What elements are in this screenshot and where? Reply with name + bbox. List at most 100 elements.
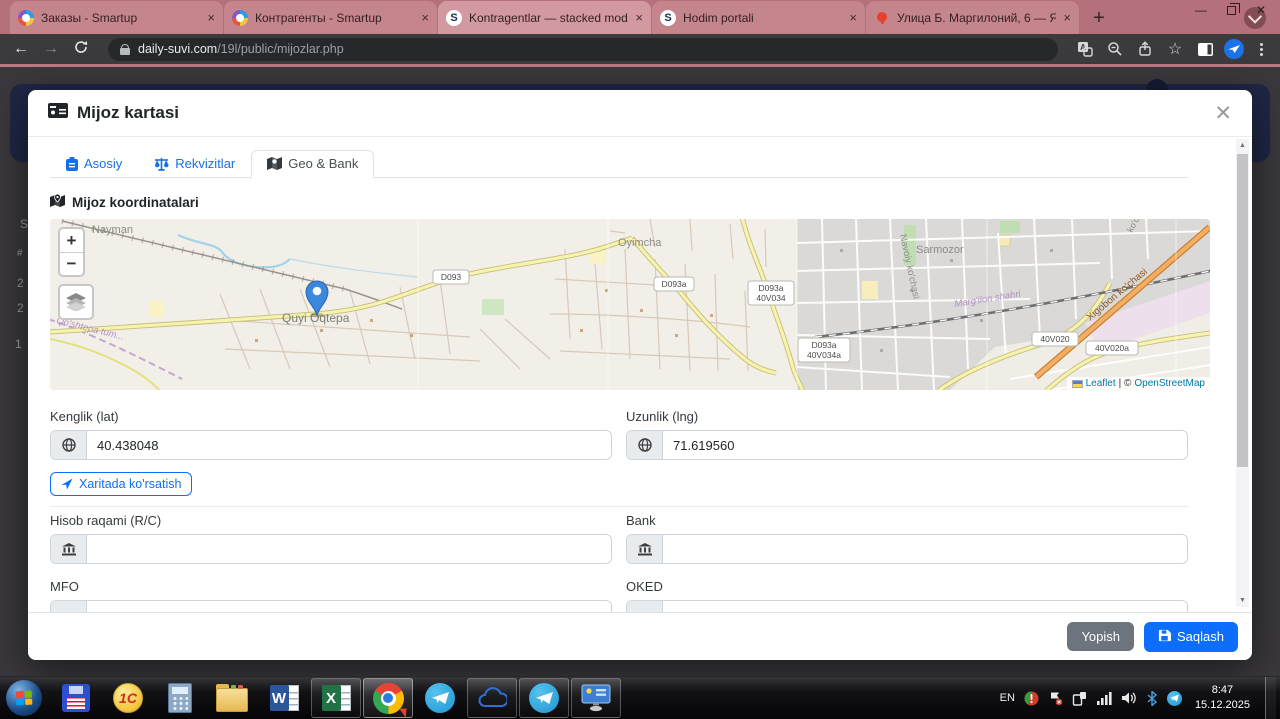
address-bar[interactable]: daily-suvi.com/19l/public/mijozlar.php xyxy=(108,37,1058,61)
tray-telegram-icon[interactable] xyxy=(1166,690,1182,706)
new-tab-button[interactable]: + xyxy=(1085,4,1113,32)
yopish-button[interactable]: Yopish xyxy=(1067,622,1135,651)
tab-title: Kontragentlar — stacked moda xyxy=(469,10,629,25)
modal-title: Mijoz kartasi xyxy=(77,103,180,122)
start-button[interactable] xyxy=(6,680,42,716)
tab-label: Rekvizitlar xyxy=(175,156,236,171)
account-input[interactable] xyxy=(87,535,611,563)
saqlash-label: Saqlash xyxy=(1177,629,1224,644)
antivirus-alert-icon[interactable] xyxy=(1024,691,1039,706)
network-signal-icon[interactable] xyxy=(1096,691,1112,705)
scroll-up-icon[interactable]: ▲ xyxy=(1236,139,1249,152)
leaflet-map[interactable]: Nayman Oyimcha Sarmozor Quyi Oqtepa Qo's… xyxy=(50,219,1210,390)
taskbar-save-app-icon[interactable] xyxy=(51,678,101,718)
zoom-out-button[interactable]: − xyxy=(60,252,83,275)
mfo-input[interactable] xyxy=(87,601,611,612)
taskbar-calculator-icon[interactable] xyxy=(155,678,205,718)
bank-icon xyxy=(51,535,87,563)
lat-input[interactable] xyxy=(87,431,611,459)
action-center-flag-icon[interactable] xyxy=(1048,691,1063,706)
modal-close-icon[interactable]: ✕ xyxy=(1214,103,1232,124)
modal-title-wrap: Mijoz kartasi xyxy=(48,103,179,123)
forward-icon[interactable]: → xyxy=(38,41,64,57)
tab-rekvizitlar[interactable]: Rekvizitlar xyxy=(138,150,251,178)
modal-header: Mijoz kartasi ✕ xyxy=(28,90,1252,137)
openstreetmap-link[interactable]: OpenStreetMap xyxy=(1134,378,1205,389)
removable-device-icon[interactable] xyxy=(1072,691,1087,706)
taskbar-display-settings-icon[interactable] xyxy=(571,678,621,718)
modal-footer: Yopish Saqlash xyxy=(28,612,1252,660)
road-badge-d093a-40v034a-line2: 40V034a xyxy=(807,350,841,360)
bank-input[interactable] xyxy=(663,535,1187,563)
field-label: MFO xyxy=(50,579,79,594)
restore-button[interactable] xyxy=(1216,0,1246,20)
road-badge-40v020a: 40V020a xyxy=(1095,343,1129,353)
url-path: /19l/public/mijozlar.php xyxy=(217,42,344,56)
section-title-wrap: Mijoz koordinatalari xyxy=(50,193,1188,210)
leaflet-link[interactable]: Leaflet xyxy=(1086,378,1116,389)
bank-icon xyxy=(51,601,87,612)
modal-scrollbar[interactable]: ▲ ▼ xyxy=(1236,139,1249,607)
close-window-button[interactable]: ✕ xyxy=(1246,0,1276,20)
tab-close-icon[interactable]: × xyxy=(849,11,857,24)
language-indicator[interactable]: EN xyxy=(1000,692,1015,704)
share-icon[interactable] xyxy=(1132,38,1158,60)
background-fragment: S xyxy=(20,217,29,231)
tab-geo-bank[interactable]: Geo & Bank xyxy=(251,150,375,178)
tab-title: Улица Б. Маргилоний, 6 — Ян xyxy=(897,10,1057,25)
profile-avatar[interactable] xyxy=(1224,39,1244,59)
background-fragment: 1 xyxy=(15,337,22,351)
speaker-icon[interactable] xyxy=(1121,691,1137,705)
saqlash-button[interactable]: Saqlash xyxy=(1144,621,1238,652)
windows-logo-icon xyxy=(15,690,33,706)
page-background: S # 2 2 1 Mijoz kartasi ✕ Asosiy Rekvizi… xyxy=(0,67,1280,676)
map-attribution: Leaflet | © OpenStreetMap xyxy=(1066,377,1210,390)
browser-tab-4[interactable]: S Hodim portali × xyxy=(652,1,865,34)
back-icon[interactable]: ← xyxy=(8,41,34,57)
taskbar-telegram2-icon[interactable] xyxy=(519,678,569,718)
road-badge-d093a-40v034-line2: 40V034 xyxy=(756,293,786,303)
side-panel-icon[interactable] xyxy=(1192,38,1218,60)
browser-tab-1[interactable]: Заказы - Smartup × xyxy=(10,1,223,34)
field-label: Hisob raqami (R/C) xyxy=(50,513,162,528)
taskbar-chrome-icon[interactable] xyxy=(363,678,413,718)
ukraine-flag-icon xyxy=(1071,379,1083,388)
zoom-icon[interactable] xyxy=(1102,38,1128,60)
scrollbar-thumb[interactable] xyxy=(1237,154,1248,467)
browser-toolbar: ← → daily-suvi.com/19l/public/mijozlar.p… xyxy=(0,34,1280,64)
browser-tab-3-active[interactable]: S Kontragentlar — stacked moda × xyxy=(438,1,651,34)
browser-tab-5[interactable]: Улица Б. Маргилоний, 6 — Ян × xyxy=(866,1,1079,34)
browser-tab-2[interactable]: Контрагенты - Smartup × xyxy=(224,1,437,34)
road-badge-d093a: D093a xyxy=(661,279,686,289)
translate-icon[interactable]: A xyxy=(1072,38,1098,60)
taskbar-cloud-app-icon[interactable] xyxy=(467,678,517,718)
taskbar-1c-icon[interactable]: 1C xyxy=(103,678,153,718)
show-desktop-button[interactable] xyxy=(1265,677,1276,719)
tab-label: Geo & Bank xyxy=(288,156,359,171)
lng-input[interactable] xyxy=(663,431,1187,459)
taskbar-word-icon[interactable]: W xyxy=(259,678,309,718)
taskbar-explorer-icon[interactable] xyxy=(207,678,257,718)
map-layers-button[interactable] xyxy=(58,284,94,320)
tab-close-icon[interactable]: × xyxy=(421,11,429,24)
taskbar-telegram-icon[interactable] xyxy=(415,678,465,718)
tab-asosiy[interactable]: Asosiy xyxy=(50,150,138,178)
clock-date: 15.12.2025 xyxy=(1194,699,1250,711)
clock-time: 8:47 xyxy=(1211,684,1234,697)
site-favicon: S xyxy=(660,9,676,26)
bluetooth-icon[interactable] xyxy=(1146,690,1158,706)
tab-close-icon[interactable]: × xyxy=(635,11,643,24)
tab-close-icon[interactable]: × xyxy=(1063,11,1071,24)
minimize-button[interactable]: — xyxy=(1186,0,1216,20)
menu-kebab-icon[interactable] xyxy=(1252,42,1270,56)
show-on-map-button[interactable]: Xaritada ko'rsatish xyxy=(50,472,193,496)
oked-input[interactable] xyxy=(663,601,1187,612)
map-zoom-control: + − xyxy=(58,227,85,277)
taskbar-excel-icon[interactable]: X xyxy=(311,678,361,718)
taskbar-clock[interactable]: 8:47 15.12.2025 xyxy=(1195,683,1250,713)
tab-close-icon[interactable]: × xyxy=(207,11,215,24)
reload-icon[interactable] xyxy=(68,40,94,58)
bookmark-star-icon[interactable]: ☆ xyxy=(1162,38,1188,60)
scroll-down-icon[interactable]: ▼ xyxy=(1236,594,1249,607)
zoom-in-button[interactable]: + xyxy=(60,229,83,252)
